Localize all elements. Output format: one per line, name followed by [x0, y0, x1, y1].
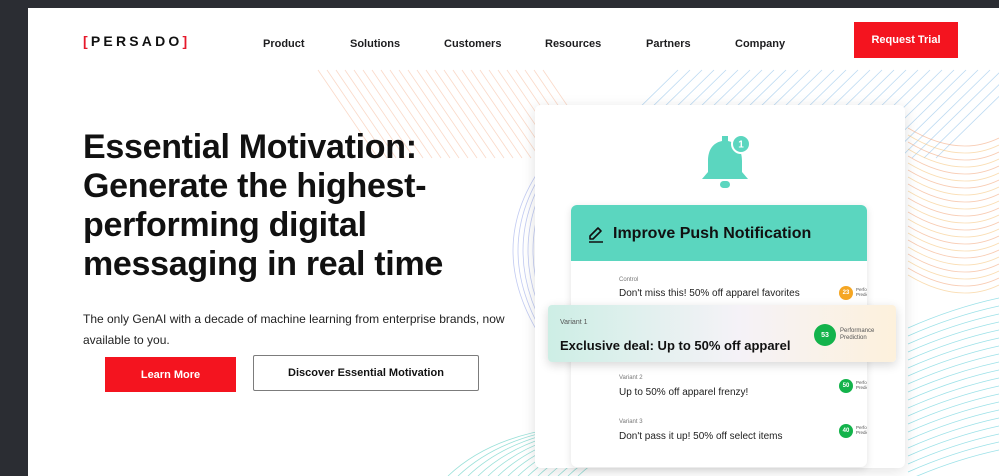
- notification-bell-icon: 1: [692, 128, 758, 194]
- variant-3-performance-label: Performance Prediction: [856, 425, 867, 435]
- nav-customers[interactable]: Customers: [444, 38, 501, 50]
- control-performance-label: Performance Prediction: [856, 287, 867, 297]
- variant-3-score-badge: 40: [839, 424, 853, 438]
- discover-essential-motivation-button[interactable]: Discover Essential Motivation: [253, 355, 479, 391]
- variant-2-performance-label: Performance Prediction: [856, 380, 867, 390]
- nav-partners[interactable]: Partners: [646, 38, 691, 50]
- control-score-badge: 23: [839, 286, 853, 300]
- nav-solutions[interactable]: Solutions: [350, 38, 400, 50]
- panel-header: Improve Push Notification: [571, 205, 867, 261]
- panel-title: Improve Push Notification: [613, 225, 812, 242]
- nav-company[interactable]: Company: [735, 38, 785, 50]
- logo-bracket-left: [: [83, 33, 91, 49]
- control-label: Control: [619, 277, 639, 283]
- variant-2-message: Up to 50% off apparel frenzy!: [619, 387, 749, 398]
- persado-logo[interactable]: [PERSADO]: [83, 33, 190, 49]
- learn-more-button[interactable]: Learn More: [105, 357, 236, 392]
- notification-badge-count: 1: [738, 140, 744, 151]
- variant-3-message: Don't pass it up! 50% off select items: [619, 431, 783, 442]
- hero-subtitle: The only GenAI with a decade of machine …: [83, 312, 505, 347]
- logo-text: PERSADO: [90, 33, 183, 49]
- variant-1-score-badge: 53: [814, 324, 836, 346]
- hero-title: Essential Motivation: Generate the highe…: [83, 128, 443, 283]
- variant-3-label: Variant 3: [619, 419, 643, 425]
- variant-2-score-badge: 50: [839, 379, 853, 393]
- pencil-icon: [589, 227, 603, 243]
- variant-2-label: Variant 2: [619, 375, 643, 381]
- variant-1-highlight: Variant 1 Exclusive deal: Up to 50% off …: [548, 305, 896, 362]
- variant-1-label: Variant 1: [560, 319, 588, 326]
- nav-product[interactable]: Product: [263, 38, 305, 50]
- request-trial-button[interactable]: Request Trial: [854, 22, 958, 58]
- logo-bracket-right: ]: [182, 33, 191, 49]
- variant-1-message: Exclusive deal: Up to 50% off apparel: [560, 338, 791, 353]
- control-message: Don't miss this! 50% off apparel favorit…: [619, 288, 800, 299]
- nav-resources[interactable]: Resources: [545, 38, 601, 50]
- variant-1-performance-label: Performance Prediction: [840, 328, 875, 341]
- top-navigation: [PERSADO] Product Solutions Customers Re…: [28, 8, 999, 78]
